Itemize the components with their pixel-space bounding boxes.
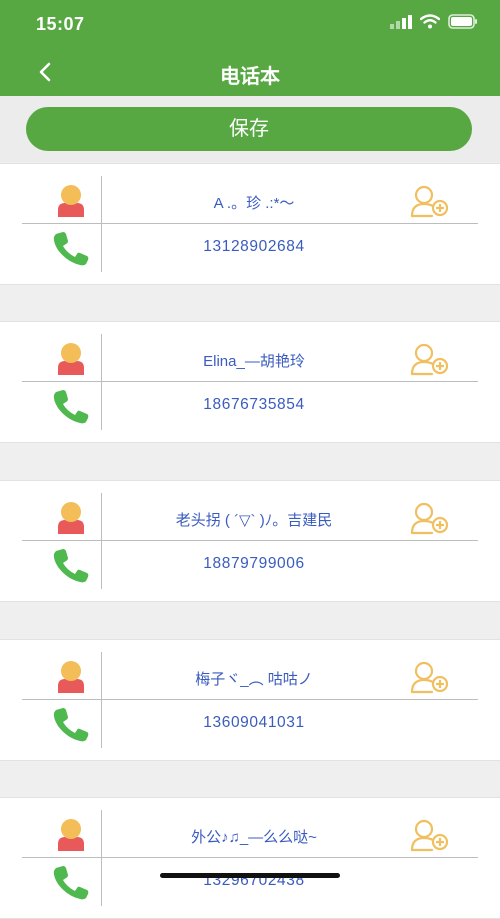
divider-vertical <box>101 176 102 272</box>
add-contact-button[interactable] <box>410 818 450 852</box>
add-contact-icon <box>410 502 449 535</box>
add-contact-button[interactable] <box>410 342 450 376</box>
add-contact-icon <box>410 819 449 852</box>
contact-name: 外公♪♫_—么么哒~ <box>191 829 317 846</box>
divider-vertical <box>101 810 102 906</box>
contact-card: 外公♪♫_—么么哒~ 13296702438 <box>0 797 500 919</box>
call-button[interactable] <box>50 230 90 266</box>
contact-card: A .。珍 .:*～ 13128902684 <box>0 163 500 285</box>
person-icon <box>58 661 84 693</box>
phone-icon <box>53 708 89 742</box>
contact-avatar <box>56 184 86 218</box>
home-indicator <box>160 873 340 878</box>
page-title: 电话本 <box>220 66 280 88</box>
contact-phone[interactable]: 13609041031 <box>102 714 406 732</box>
contact-phone[interactable]: 18879799006 <box>102 555 406 573</box>
contact-name: Elina_—胡艳玲 <box>203 353 305 370</box>
phone-icon <box>53 390 89 424</box>
person-icon <box>58 819 84 851</box>
contact-phone[interactable]: 13128902684 <box>102 238 406 256</box>
person-icon <box>58 185 84 217</box>
battery-icon <box>448 14 477 29</box>
contact-avatar <box>56 501 86 535</box>
divider-horizontal <box>22 381 478 382</box>
contact-avatar <box>56 342 86 376</box>
signal-icon <box>390 14 412 29</box>
call-button[interactable] <box>50 388 90 424</box>
contact-avatar <box>56 660 86 694</box>
contact-name: 梅子ヾ_︵ 咕咕ノ <box>195 671 313 688</box>
phone-icon <box>53 232 89 266</box>
contact-card: 老头拐 ( ´▽` )ﾉ。吉建民 18879799006 <box>0 480 500 602</box>
contact-phone[interactable]: 18676735854 <box>102 396 406 414</box>
add-contact-icon <box>410 185 449 218</box>
divider-vertical <box>101 493 102 589</box>
add-contact-button[interactable] <box>410 184 450 218</box>
status-bar: 15:07 <box>0 0 500 48</box>
status-icons <box>390 14 478 29</box>
phone-icon <box>53 549 89 583</box>
divider-horizontal <box>22 857 478 858</box>
add-contact-button[interactable] <box>410 501 450 535</box>
add-contact-icon <box>410 343 449 376</box>
contact-card: Elina_—胡艳玲 18676735854 <box>0 321 500 443</box>
add-contact-icon <box>410 661 449 694</box>
divider-horizontal <box>22 540 478 541</box>
person-icon <box>58 502 84 534</box>
wifi-icon <box>420 14 440 29</box>
divider-horizontal <box>22 699 478 700</box>
person-icon <box>58 343 84 375</box>
save-area: 保存 <box>0 96 500 162</box>
status-time: 15:07 <box>36 14 85 34</box>
contact-name: A .。珍 .:*～ <box>213 195 295 212</box>
contact-name: 老头拐 ( ´▽` )ﾉ。吉建民 <box>175 512 333 529</box>
save-button[interactable]: 保存 <box>26 107 472 151</box>
call-button[interactable] <box>50 864 90 900</box>
divider-horizontal <box>22 223 478 224</box>
divider-vertical <box>101 334 102 430</box>
add-contact-button[interactable] <box>410 660 450 694</box>
contact-card: 梅子ヾ_︵ 咕咕ノ 13609041031 <box>0 639 500 761</box>
contact-avatar <box>56 818 86 852</box>
divider-vertical <box>101 652 102 748</box>
call-button[interactable] <box>50 547 90 583</box>
phone-icon <box>53 866 89 900</box>
call-button[interactable] <box>50 706 90 742</box>
nav-bar: 电话本 <box>0 48 500 96</box>
